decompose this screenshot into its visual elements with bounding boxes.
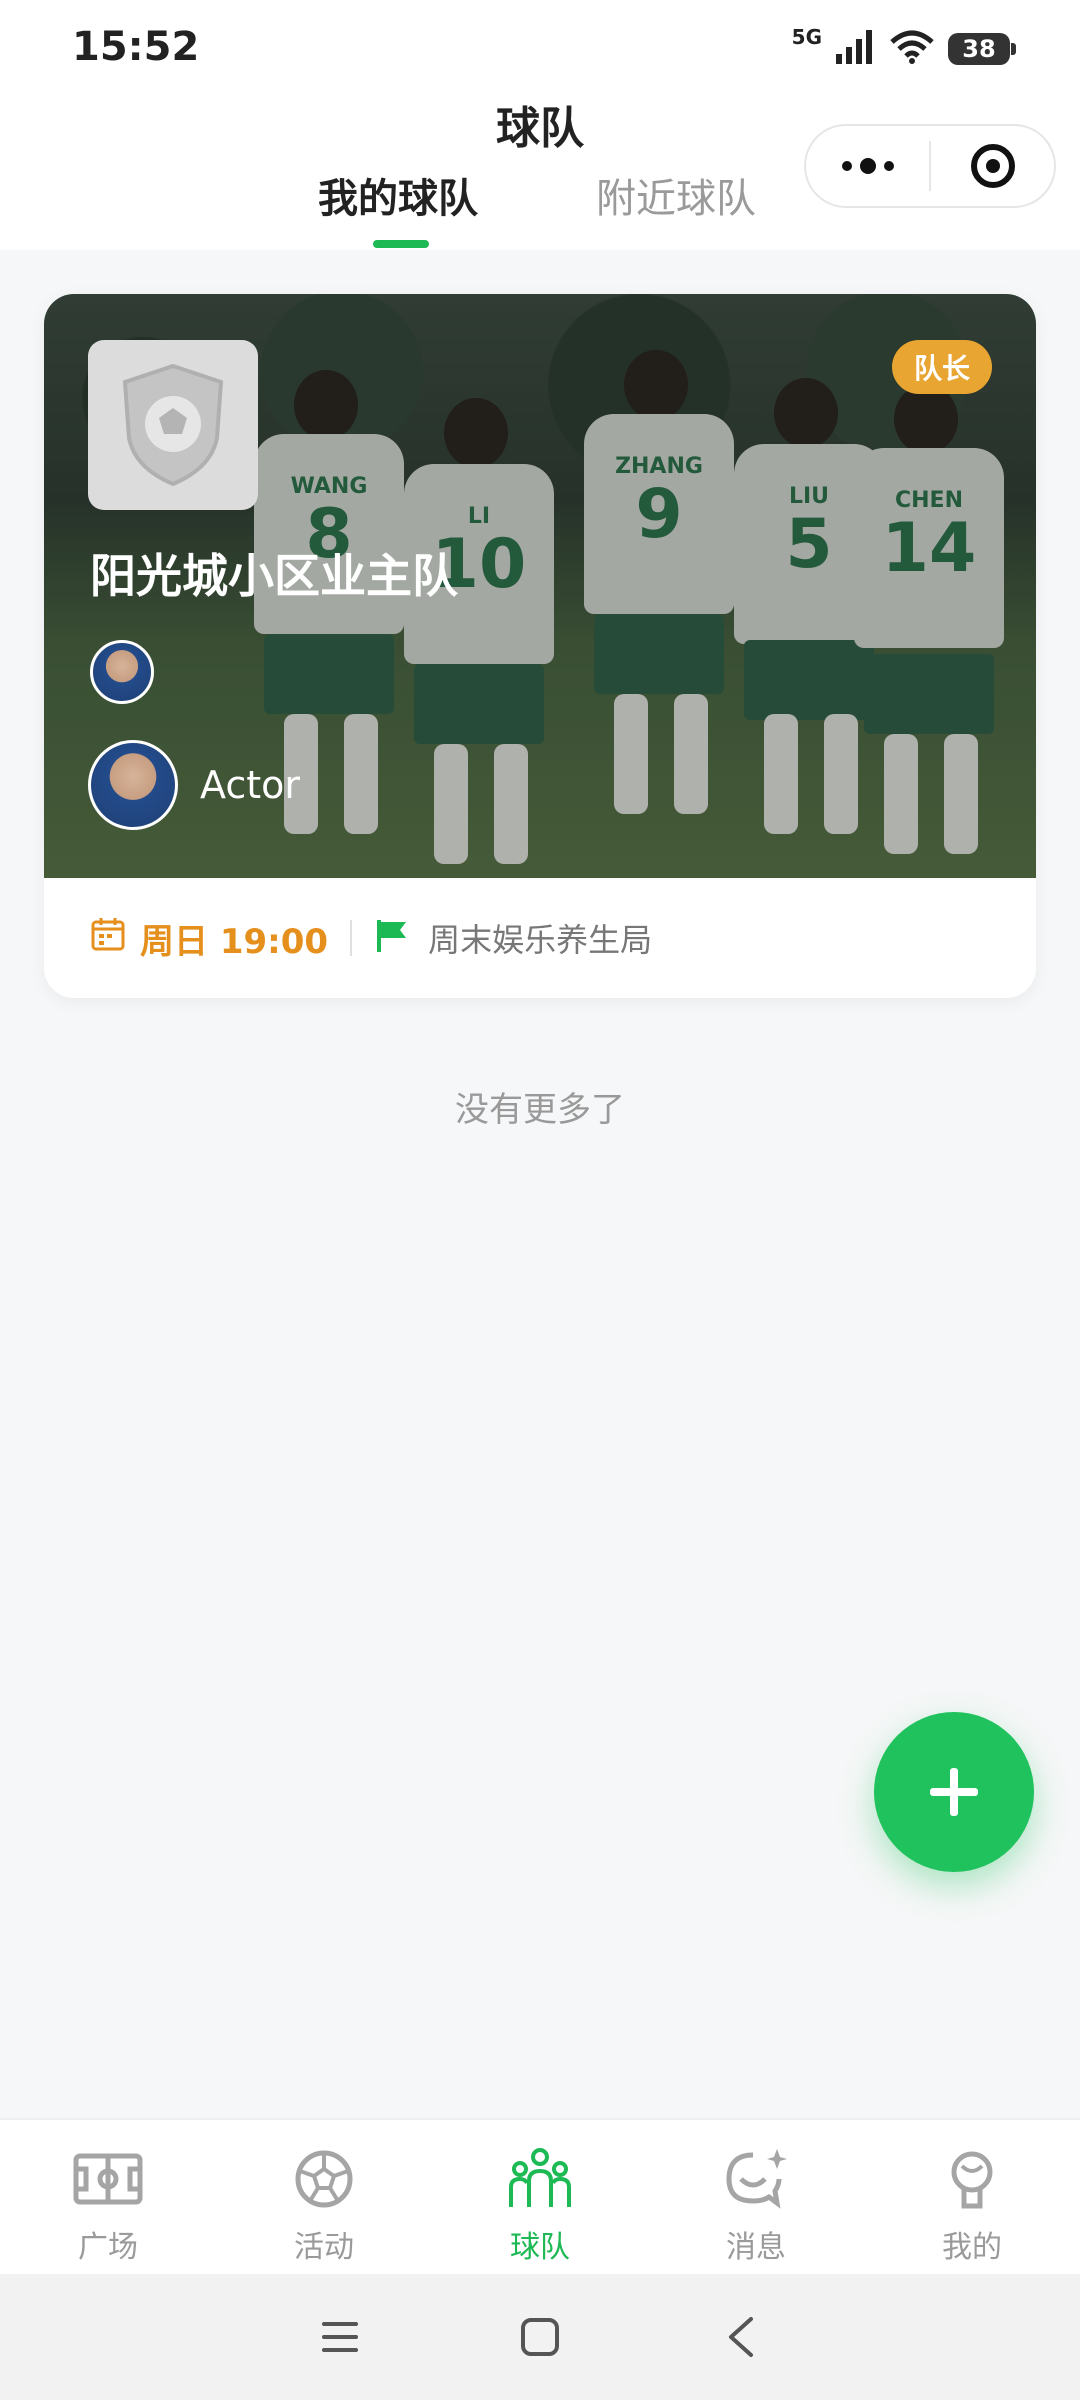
menu-icon	[322, 2322, 358, 2352]
avatar	[88, 740, 178, 830]
team-icon	[503, 2142, 577, 2216]
back-button[interactable]	[705, 2302, 775, 2372]
team-logo	[88, 340, 258, 510]
header: 球队 我的球队 附近球队	[0, 92, 1080, 250]
team-photo: WANG 8 LI 10 ZHANG 9 LIU 5 CHEN 14 队长 阳光…	[44, 294, 1036, 878]
status-icons: 5G 38	[791, 24, 1016, 74]
back-chevron-icon	[729, 2317, 753, 2357]
plus-icon	[930, 1768, 978, 1816]
field-icon	[71, 2142, 145, 2216]
nav-item-square[interactable]: 广场	[0, 2120, 216, 2276]
profile-icon	[935, 2142, 1009, 2216]
avatar	[90, 640, 154, 704]
message-icon	[719, 2142, 793, 2216]
network-label: 5G	[791, 25, 822, 49]
menu-button[interactable]	[305, 2302, 375, 2372]
captain-badge: 队长	[891, 340, 992, 394]
tab-bar: 我的球队 附近球队	[0, 166, 1080, 250]
nav-item-profile[interactable]: 我的	[864, 2120, 1080, 2276]
signal-icon	[836, 30, 876, 68]
schedule: 周日 19:00	[90, 914, 328, 963]
nav-label: 球队	[510, 2230, 570, 2265]
tab-nearby-teams[interactable]: 附近球队	[596, 166, 756, 250]
calendar-icon	[90, 916, 126, 961]
card-footer: 周日 19:00 周末娱乐养生局	[44, 878, 1036, 998]
battery-indicator: 38	[948, 33, 1016, 65]
status-bar: 15:52 5G 38	[0, 0, 1080, 92]
tab-my-teams[interactable]: 我的球队	[318, 166, 478, 250]
member-name: Actor	[200, 763, 300, 807]
team-type: 周末娱乐养生局	[428, 921, 653, 959]
list-end-text: 没有更多了	[455, 1090, 625, 1130]
status-time: 15:52	[72, 24, 200, 70]
soccer-ball-icon	[287, 2142, 361, 2216]
nav-item-messages[interactable]: 消息	[648, 2120, 864, 2276]
nav-item-teams[interactable]: 球队	[432, 2120, 648, 2276]
home-button[interactable]	[505, 2302, 575, 2372]
team-card[interactable]: WANG 8 LI 10 ZHANG 9 LIU 5 CHEN 14 队长 阳光…	[44, 294, 1036, 998]
nav-label: 活动	[294, 2230, 354, 2265]
nav-item-activities[interactable]: 活动	[216, 2120, 432, 2276]
home-square-icon	[521, 2318, 559, 2356]
active-tab-indicator	[373, 240, 429, 248]
create-team-button[interactable]	[874, 1712, 1034, 1872]
bottom-nav: 广场 活动 球队 消息 我的	[0, 2118, 1080, 2274]
member-row: Actor	[88, 740, 300, 830]
flag-icon	[374, 918, 410, 958]
system-nav-bar	[0, 2274, 1080, 2400]
nav-label: 消息	[726, 2230, 786, 2265]
team-name: 阳光城小区业主队	[90, 549, 458, 603]
schedule-text: 周日 19:00	[140, 921, 329, 962]
nav-label: 广场	[78, 2230, 138, 2265]
wifi-icon	[890, 30, 934, 68]
shield-icon	[122, 363, 224, 487]
nav-label: 我的	[942, 2230, 1002, 2265]
